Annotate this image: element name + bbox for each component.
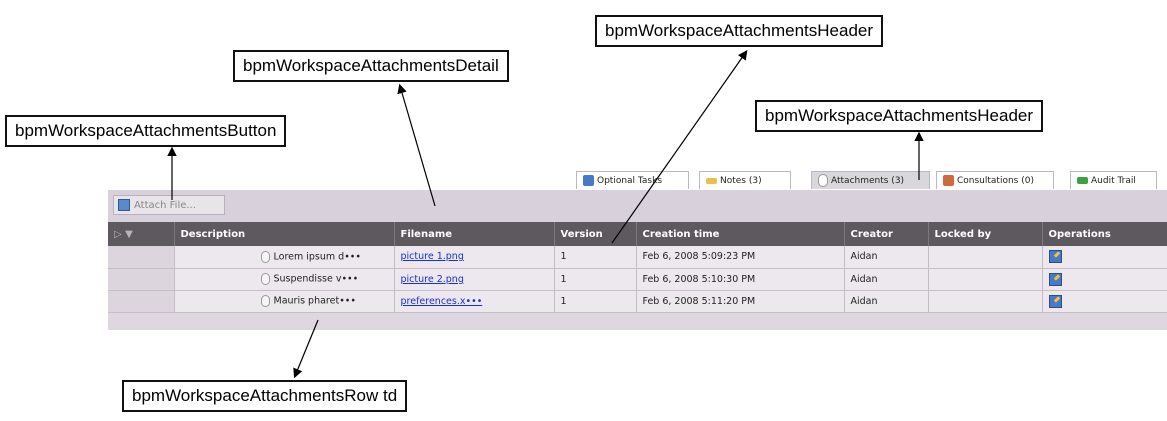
- callout-attachments-button: bpmWorkspaceAttachmentsButton: [5, 115, 287, 147]
- operations-cell: [1042, 290, 1167, 313]
- column-header-filename[interactable]: Filename: [394, 222, 555, 246]
- tab-audit-trail[interactable]: Audit Trail: [1070, 171, 1157, 189]
- description-cell: Suspendisse v•••: [174, 268, 395, 291]
- callout-attachments-header-top: bpmWorkspaceAttachmentsHeader: [595, 15, 884, 47]
- row-toggle-header[interactable]: ▷ ▼: [108, 222, 175, 246]
- edit-icon[interactable]: [1048, 250, 1062, 264]
- creation-time-cell: Feb 6, 2008 5:09:23 PM: [636, 246, 845, 269]
- locked-by-cell: [928, 246, 1043, 269]
- audit-trail-icon: [1077, 177, 1088, 184]
- operations-cell: [1042, 246, 1167, 269]
- paperclip-icon: [260, 250, 270, 263]
- filename-cell: preferences.x•••: [394, 290, 555, 313]
- column-header-version[interactable]: Version: [554, 222, 637, 246]
- creation-time-cell: Feb 6, 2008 5:10:30 PM: [636, 268, 845, 291]
- description-text: Suspendisse v•••: [273, 273, 359, 285]
- play-icon: [583, 175, 594, 186]
- description-text: Mauris pharet•••: [273, 295, 357, 307]
- tab-consultations[interactable]: Consultations (0): [936, 171, 1054, 189]
- creator-cell: Aidan: [844, 268, 929, 291]
- filename-link[interactable]: picture 1.png: [401, 251, 464, 262]
- operations-cell: [1042, 268, 1167, 291]
- paperclip-icon: [260, 273, 270, 285]
- column-header-locked-by[interactable]: Locked by: [928, 222, 1043, 246]
- callout-attachments-row-td: bpmWorkspaceAttachmentsRow td: [122, 380, 408, 412]
- column-header-creator[interactable]: Creator: [844, 222, 929, 246]
- tab-label: Audit Trail: [1091, 175, 1136, 186]
- version-cell: 1: [554, 290, 637, 313]
- arrow-detail: [397, 83, 436, 207]
- filename-link[interactable]: preferences.x•••: [401, 296, 483, 307]
- callout-attachments-header-right: bpmWorkspaceAttachmentsHeader: [755, 100, 1044, 132]
- creation-time-cell: Feb 6, 2008 5:11:20 PM: [636, 290, 845, 313]
- attach-file-label: Attach File...: [134, 199, 196, 211]
- filename-cell: picture 2.png: [394, 268, 555, 291]
- tab-label: Consultations (0): [957, 175, 1034, 186]
- paperclip-icon: [260, 295, 270, 307]
- tab-optional-tasks[interactable]: Optional Tasks: [576, 171, 689, 189]
- expand-collapse-icon: ▷ ▼: [114, 228, 133, 240]
- creator-cell: Aidan: [844, 290, 929, 313]
- edit-icon[interactable]: [1048, 294, 1062, 308]
- row-toggle-cell: [108, 290, 175, 313]
- creator-cell: Aidan: [844, 246, 929, 269]
- attach-file-icon: [118, 199, 130, 211]
- note-icon: [706, 177, 717, 184]
- tab-attachments[interactable]: Attachments (3): [811, 171, 930, 189]
- version-cell: 1: [554, 246, 637, 269]
- table-row[interactable]: Suspendisse v••• picture 2.png 1 Feb 6, …: [108, 268, 1167, 291]
- people-icon: [943, 175, 954, 186]
- row-toggle-cell: [108, 268, 175, 291]
- column-header-creation-time[interactable]: Creation time: [636, 222, 845, 246]
- callout-attachments-detail: bpmWorkspaceAttachmentsDetail: [233, 50, 509, 82]
- attach-file-button[interactable]: Attach File...: [113, 195, 225, 215]
- version-cell: 1: [554, 268, 637, 291]
- locked-by-cell: [928, 268, 1043, 291]
- description-text: Lorem ipsum d•••: [273, 251, 362, 263]
- filename-link[interactable]: picture 2.png: [401, 274, 464, 285]
- locked-by-cell: [928, 290, 1043, 313]
- attachments-table: ▷ ▼ Description Filename Version Creatio…: [108, 222, 1167, 313]
- edit-icon[interactable]: [1048, 272, 1062, 286]
- table-row[interactable]: Lorem ipsum d••• picture 1.png 1 Feb 6, …: [108, 246, 1167, 269]
- description-cell: Mauris pharet•••: [174, 290, 395, 313]
- attachments-panel: Attach File... ▷ ▼ Description Filename …: [108, 190, 1167, 330]
- filename-cell: picture 1.png: [394, 246, 555, 269]
- paperclip-icon: [818, 174, 828, 187]
- tab-label: Attachments (3): [831, 175, 905, 186]
- tab-label: Notes (3): [720, 175, 762, 186]
- column-header-description[interactable]: Description: [174, 222, 395, 246]
- table-header-row: ▷ ▼ Description Filename Version Creatio…: [108, 222, 1167, 246]
- tab-label: Optional Tasks: [597, 175, 663, 186]
- tab-notes[interactable]: Notes (3): [699, 171, 791, 189]
- description-cell: Lorem ipsum d•••: [174, 246, 395, 269]
- column-header-operations: Operations: [1042, 222, 1167, 246]
- attachments-toolbar: Attach File...: [108, 190, 1167, 222]
- row-toggle-cell: [108, 246, 175, 269]
- table-row[interactable]: Mauris pharet••• preferences.x••• 1 Feb …: [108, 290, 1167, 313]
